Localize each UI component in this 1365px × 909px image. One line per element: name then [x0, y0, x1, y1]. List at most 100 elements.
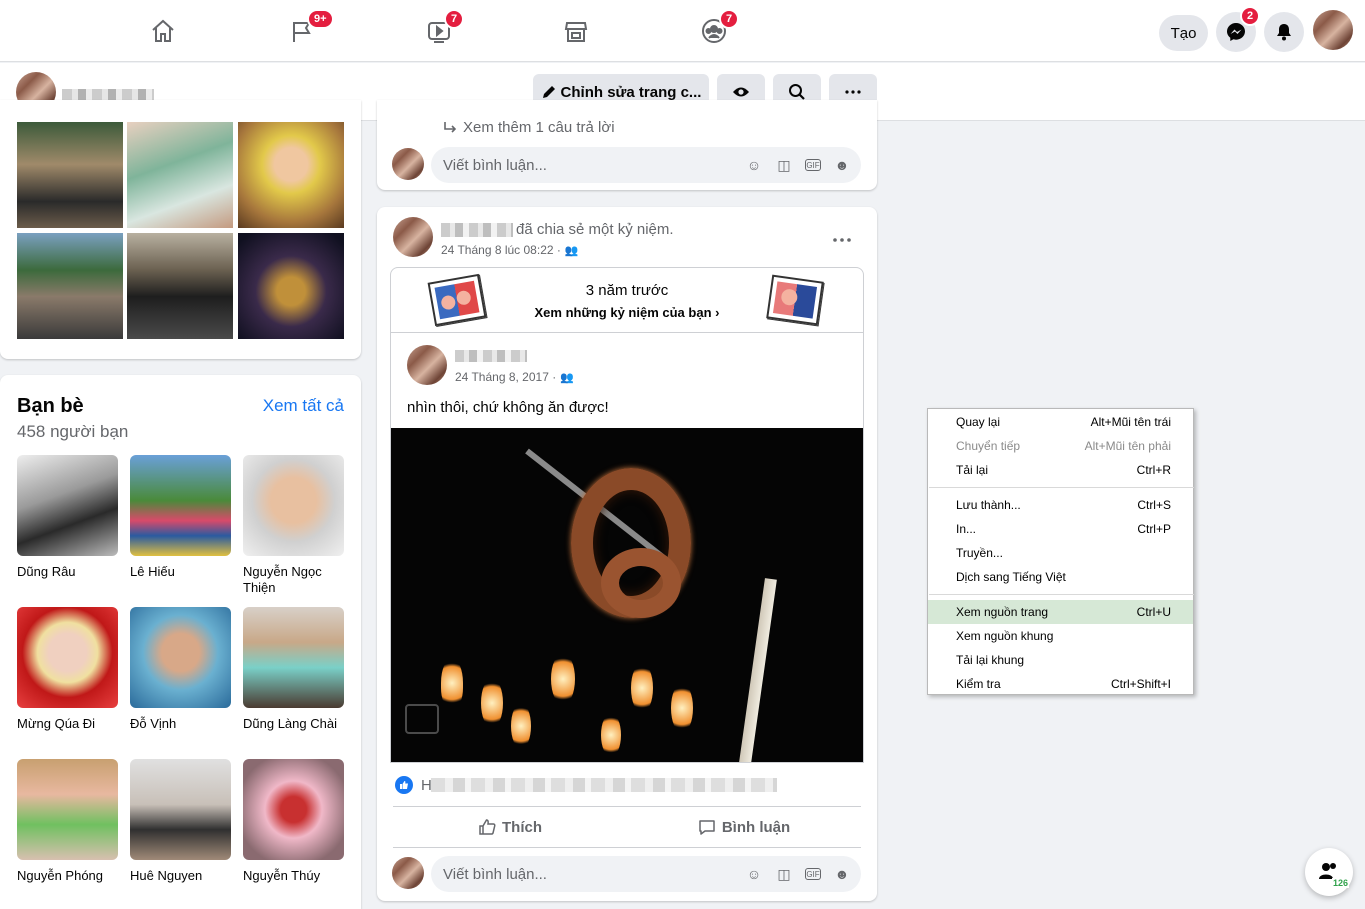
- friend-photo[interactable]: [17, 759, 118, 860]
- like-reaction-icon[interactable]: [395, 776, 413, 794]
- search-icon: [789, 84, 805, 100]
- thumbs-up-icon: [479, 819, 496, 835]
- menu-item-shortcut: Ctrl+S: [1137, 498, 1171, 512]
- memory-post-card: đã chia sẻ một kỷ niệm. 24 Tháng 8 lúc 0…: [377, 207, 877, 901]
- friend-photo[interactable]: [130, 455, 231, 556]
- menu-item-inspect[interactable]: Kiểm tra Ctrl+Shift+I: [928, 672, 1193, 696]
- photo-thumbnail[interactable]: [127, 233, 233, 339]
- emoji-icon[interactable]: ☺: [745, 865, 763, 883]
- like-button[interactable]: Thích: [393, 809, 627, 845]
- photo-thumbnail[interactable]: [238, 122, 344, 228]
- sticker-icon[interactable]: ☻: [833, 865, 851, 883]
- comment-input[interactable]: Viết bình luận... ☺ ◫ GIF ☻: [431, 856, 861, 892]
- menu-item-translate[interactable]: Dịch sang Tiếng Việt: [928, 565, 1193, 589]
- menu-item-label: Kiểm tra: [956, 677, 1001, 691]
- friend-name[interactable]: Lê Hiếu: [130, 564, 234, 580]
- emoji-icon[interactable]: ☺: [745, 156, 763, 174]
- marketplace-store-icon[interactable]: [559, 14, 593, 48]
- original-author-name-blurred[interactable]: [455, 350, 527, 362]
- author-avatar[interactable]: [393, 217, 433, 257]
- friend-photo[interactable]: [243, 455, 344, 556]
- menu-item-reload[interactable]: Tải lại Ctrl+R: [928, 458, 1193, 482]
- menu-item-label: Quay lại: [956, 415, 1001, 429]
- comment-placeholder: Viết bình luận...: [443, 156, 547, 174]
- friend-photo[interactable]: [130, 607, 231, 708]
- friend-name[interactable]: Dũng Râu: [17, 564, 121, 580]
- menu-item-shortcut: Ctrl+P: [1137, 522, 1171, 536]
- pretzel-shape: [601, 548, 681, 618]
- menu-item-cast[interactable]: Truyền...: [928, 541, 1193, 565]
- comment-placeholder: Viết bình luận...: [443, 865, 547, 883]
- contacts-button[interactable]: 126: [1305, 848, 1353, 896]
- menu-item-print[interactable]: In... Ctrl+P: [928, 517, 1193, 541]
- friend-photo[interactable]: [243, 759, 344, 860]
- watermark-logo: [405, 704, 439, 734]
- pages-badge: 9+: [307, 9, 334, 29]
- friends-audience-icon: 👥: [564, 244, 579, 257]
- camera-icon[interactable]: ◫: [775, 156, 793, 174]
- friends-card: Bạn bè Xem tất cả 458 người bạn Dũng Râu…: [0, 375, 361, 909]
- comment-input[interactable]: Viết bình luận... ☺ ◫ GIF ☻: [431, 147, 861, 183]
- comment-button[interactable]: Bình luận: [627, 809, 861, 845]
- menu-item-view-frame-source[interactable]: Xem nguồn khung: [928, 624, 1193, 648]
- friend-photo[interactable]: [243, 607, 344, 708]
- friend-name[interactable]: Dũng Làng Chài: [243, 716, 347, 732]
- photo-thumbnail[interactable]: [127, 122, 233, 228]
- candle-flame: [551, 653, 575, 705]
- original-post-date[interactable]: 24 Tháng 8, 2017 ·: [455, 370, 556, 384]
- notifications-button[interactable]: [1264, 12, 1304, 52]
- menu-item-shortcut: Ctrl+U: [1136, 605, 1171, 619]
- create-button[interactable]: Tạo: [1159, 15, 1208, 51]
- menu-item-back[interactable]: Quay lại Alt+Mũi tên trái: [928, 410, 1193, 434]
- menu-item-view-page-source[interactable]: Xem nguồn trang Ctrl+U: [928, 600, 1193, 624]
- menu-item-save-as[interactable]: Lưu thành... Ctrl+S: [928, 493, 1193, 517]
- original-author-avatar[interactable]: [407, 345, 447, 385]
- menu-item-forward[interactable]: Chuyển tiếp Alt+Mũi tên phải: [928, 434, 1193, 458]
- menu-separator: [929, 594, 1194, 595]
- menu-item-reload-frame[interactable]: Tải lại khung: [928, 648, 1193, 672]
- see-all-friends-link[interactable]: Xem tất cả: [263, 396, 344, 416]
- friend-name[interactable]: Nguyễn Thúy: [243, 868, 347, 884]
- sticker-icon[interactable]: ☻: [833, 156, 851, 174]
- camera-icon[interactable]: ◫: [775, 865, 793, 883]
- candle-flame: [671, 683, 693, 733]
- friends-count: 458 người bạn: [17, 422, 129, 441]
- friend-name[interactable]: Mừng Qúa Đi: [17, 716, 121, 732]
- menu-item-shortcut: Alt+Mũi tên phải: [1084, 439, 1171, 453]
- post-options-button[interactable]: [833, 229, 851, 247]
- photo-thumbnail[interactable]: [238, 233, 344, 339]
- more-dots-icon: [845, 90, 861, 94]
- menu-item-label: Xem nguồn khung: [956, 629, 1054, 643]
- more-replies-link[interactable]: Xem thêm 1 câu trả lời: [443, 119, 615, 136]
- reaction-names-blurred[interactable]: [431, 778, 777, 792]
- account-avatar[interactable]: [1313, 10, 1353, 50]
- menu-item-shortcut: Ctrl+R: [1136, 463, 1171, 477]
- friend-name[interactable]: Đỗ Vịnh: [130, 716, 234, 732]
- home-icon[interactable]: [146, 14, 180, 48]
- friend-name[interactable]: Huê Nguyen: [130, 868, 234, 884]
- friend-name[interactable]: Nguyễn Ngọc Thiện: [243, 564, 347, 596]
- pencil-icon: [542, 86, 555, 98]
- candle-flame: [511, 703, 531, 749]
- friends-title: Bạn bè: [17, 395, 84, 417]
- photos-card: [0, 100, 361, 359]
- friend-photo[interactable]: [17, 455, 118, 556]
- post-date[interactable]: 24 Tháng 8 lúc 08:22 ·: [441, 243, 561, 257]
- photo-thumbnail[interactable]: [17, 233, 123, 339]
- memory-banner[interactable]: 3 năm trước Xem những kỷ niệm của bạn ›: [391, 268, 863, 333]
- divider: [393, 847, 861, 848]
- like-label: Thích: [502, 818, 542, 836]
- author-name-blurred[interactable]: [441, 223, 513, 237]
- friend-photo[interactable]: [17, 607, 118, 708]
- gif-icon[interactable]: GIF: [805, 159, 821, 171]
- post-photo[interactable]: [391, 428, 863, 762]
- straw: [737, 578, 777, 762]
- photo-thumbnail[interactable]: [17, 122, 123, 228]
- friend-name[interactable]: Nguyễn Phóng: [17, 868, 121, 884]
- gif-icon[interactable]: GIF: [805, 868, 821, 880]
- shared-memory-text: đã chia sẻ một kỷ niệm.: [516, 221, 674, 238]
- contacts-count: 126: [1331, 878, 1349, 888]
- friend-photo[interactable]: [130, 759, 231, 860]
- memory-frame: 3 năm trước Xem những kỷ niệm của bạn › …: [390, 267, 864, 763]
- post-caption: nhìn thôi, chứ không ăn được!: [407, 399, 609, 416]
